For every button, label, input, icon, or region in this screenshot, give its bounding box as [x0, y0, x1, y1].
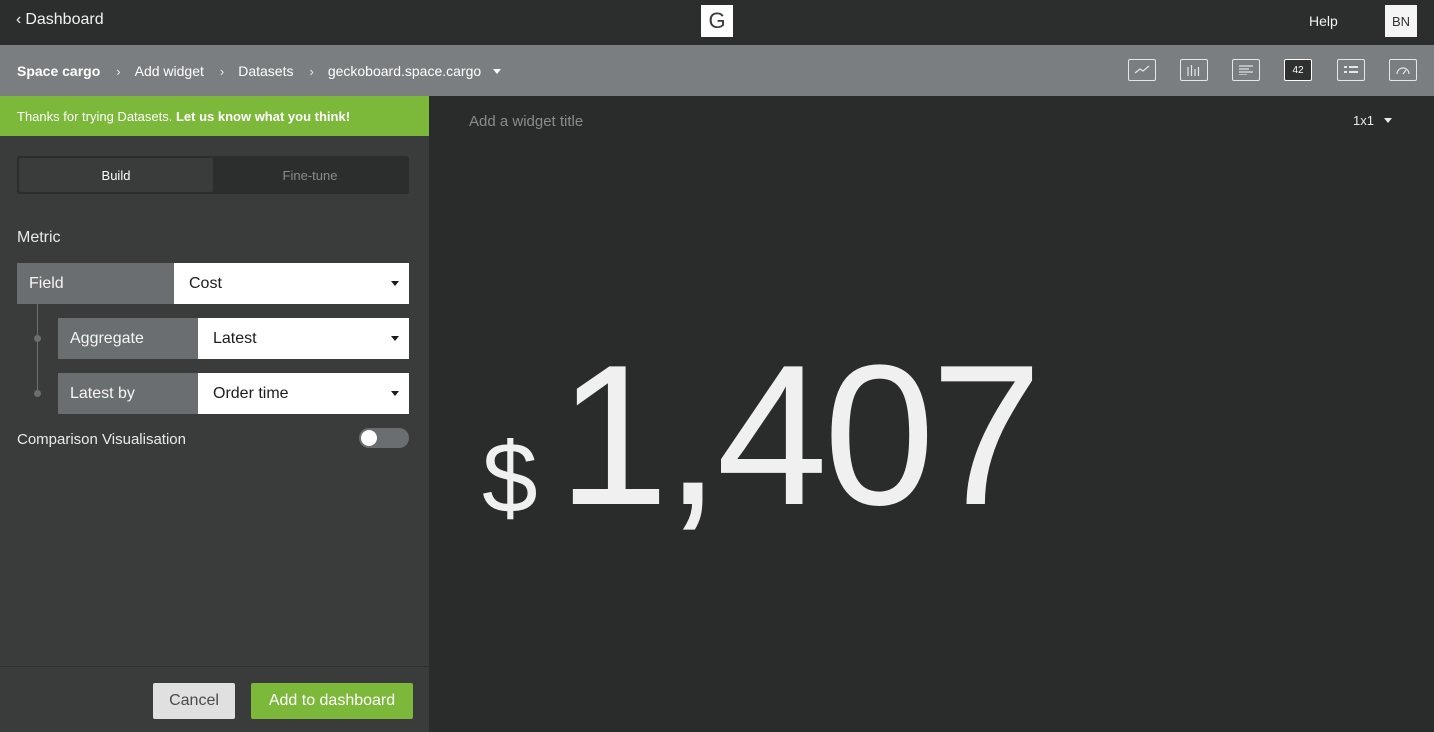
help-link[interactable]: Help — [1309, 13, 1338, 29]
latest-by-select-value: Order time — [213, 384, 289, 402]
viz-gauge-button[interactable] — [1389, 59, 1417, 81]
caret-down-icon — [391, 336, 399, 341]
widget-size-value: 1x1 — [1353, 113, 1374, 128]
chevron-left-icon: ‹ — [16, 11, 22, 28]
footer-divider — [0, 666, 429, 667]
widget-preview: 1x1 $ 1,407 — [429, 96, 1434, 732]
latest-by-select[interactable]: Order time — [198, 373, 409, 414]
back-to-dashboard-link[interactable]: ‹ Dashboard — [16, 11, 104, 29]
viz-list-button[interactable] — [1337, 59, 1365, 81]
metric-heading: Metric — [17, 229, 61, 246]
list-icon — [1344, 66, 1358, 73]
currency-symbol: $ — [482, 422, 538, 534]
aggregate-label: Aggregate — [58, 318, 198, 359]
field-row: Field Cost — [17, 263, 409, 304]
viz-number-button[interactable]: 42 — [1284, 59, 1312, 81]
number-icon: 42 — [1292, 64, 1304, 76]
caret-down-icon — [391, 391, 399, 396]
comparison-visualisation-toggle[interactable] — [359, 428, 409, 448]
tree-node-dot — [34, 390, 41, 397]
comparison-visualisation-label: Comparison Visualisation — [17, 431, 186, 448]
field-select-value: Cost — [189, 274, 222, 292]
breadcrumb-bar: Space cargo › Add widget › Datasets › ge… — [0, 45, 1434, 96]
build-finetune-tabs: Build Fine-tune — [17, 156, 409, 194]
user-avatar[interactable]: BN — [1385, 5, 1417, 37]
tree-node-dot — [34, 335, 41, 342]
tab-build[interactable]: Build — [19, 158, 213, 192]
aggregate-select[interactable]: Latest — [198, 318, 409, 359]
gauge-icon — [1396, 67, 1410, 75]
widget-title-input[interactable] — [469, 110, 1169, 132]
widget-config-panel: Thanks for trying Datasets. Let us know … — [0, 96, 429, 732]
field-label: Field — [17, 263, 174, 304]
aggregate-row: Aggregate Latest — [58, 318, 409, 359]
feedback-link[interactable]: Let us know what you think! — [176, 109, 350, 124]
caret-down-icon — [391, 281, 399, 286]
caret-down-icon — [1383, 118, 1392, 123]
line-chart-icon — [1134, 65, 1150, 74]
tab-fine-tune[interactable]: Fine-tune — [213, 158, 407, 192]
widget-size-select[interactable]: 1x1 — [1353, 113, 1392, 128]
cancel-button[interactable]: Cancel — [153, 683, 235, 719]
viz-column-chart-button[interactable] — [1180, 59, 1208, 81]
latest-by-row: Latest by Order time — [58, 373, 409, 414]
feedback-banner: Thanks for trying Datasets. Let us know … — [0, 96, 429, 136]
back-link-label: Dashboard — [25, 11, 104, 28]
top-bar: ‹ Dashboard G Help BN — [0, 0, 1434, 45]
viz-line-chart-button[interactable] — [1128, 59, 1156, 81]
tree-connector — [37, 304, 38, 396]
toggle-knob — [361, 430, 377, 446]
latest-by-label: Latest by — [58, 373, 198, 414]
column-chart-icon — [1187, 65, 1200, 76]
field-select[interactable]: Cost — [174, 263, 409, 304]
visualisation-picker: 42 — [0, 59, 1434, 83]
geckoboard-logo[interactable]: G — [701, 5, 733, 37]
banner-text: Thanks for trying Datasets. — [17, 109, 173, 124]
add-to-dashboard-button[interactable]: Add to dashboard — [251, 683, 413, 719]
metric-value: 1,407 — [557, 324, 1042, 547]
aggregate-select-value: Latest — [213, 329, 257, 347]
number-widget-value: $ 1,407 — [482, 324, 1042, 547]
text-lines-icon — [1239, 65, 1253, 75]
viz-leaderboard-button[interactable] — [1232, 59, 1260, 81]
